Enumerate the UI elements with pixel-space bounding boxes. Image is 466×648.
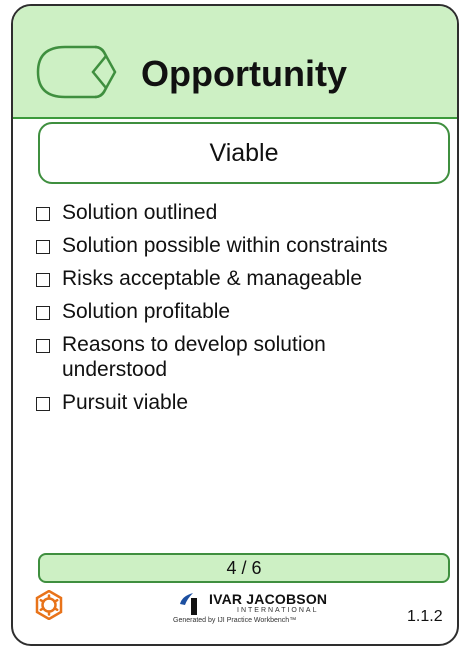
checklist-item-label: Pursuit viable — [62, 391, 189, 414]
checklist-item[interactable]: Solution possible within constraints — [36, 233, 452, 258]
checklist: Solution outlined Solution possible with… — [36, 200, 452, 423]
alpha-state-card: Opportunity Viable Solution outlined Sol… — [11, 4, 459, 646]
checklist-item[interactable]: Reasons to develop solution understood — [36, 332, 452, 382]
logo-name: IVAR JACOBSON — [209, 591, 328, 607]
alpha-icon — [36, 45, 117, 99]
card-header: Opportunity — [13, 6, 457, 119]
checkbox-icon[interactable] — [36, 306, 50, 320]
checklist-item[interactable]: Pursuit viable — [36, 390, 452, 415]
checkbox-icon[interactable] — [36, 207, 50, 221]
logo-subtitle: INTERNATIONAL — [237, 607, 319, 614]
checklist-item[interactable]: Solution outlined — [36, 200, 452, 225]
checklist-item-label: Solution outlined — [62, 201, 218, 224]
card-title: Opportunity — [141, 53, 347, 94]
checklist-item[interactable]: Solution profitable — [36, 299, 452, 324]
generated-by-text: Generated by IJI Practice Workbench™ — [173, 617, 297, 624]
checkbox-icon[interactable] — [36, 240, 50, 254]
gear-icon[interactable] — [34, 590, 64, 620]
ivar-jacobson-logo-icon — [180, 593, 197, 615]
checklist-item-label: Solution profitable — [62, 300, 231, 323]
checklist-item[interactable]: Risks acceptable & manageable — [36, 266, 452, 291]
state-name: Viable — [38, 122, 450, 184]
card-pager: 4 / 6 — [38, 553, 450, 583]
checkbox-icon[interactable] — [36, 339, 50, 353]
checklist-item-label: Risks acceptable & manageable — [62, 267, 363, 290]
ivar-jacobson-logo: IVAR JACOBSON INTERNATIONAL Generated by… — [173, 588, 337, 628]
checkbox-icon[interactable] — [36, 273, 50, 287]
checkbox-icon[interactable] — [36, 397, 50, 411]
version-label: 1.1.2 — [407, 608, 443, 625]
checklist-item-label: Reasons to develop solution understood — [62, 333, 326, 381]
checklist-item-label: Solution possible within constraints — [62, 234, 388, 257]
